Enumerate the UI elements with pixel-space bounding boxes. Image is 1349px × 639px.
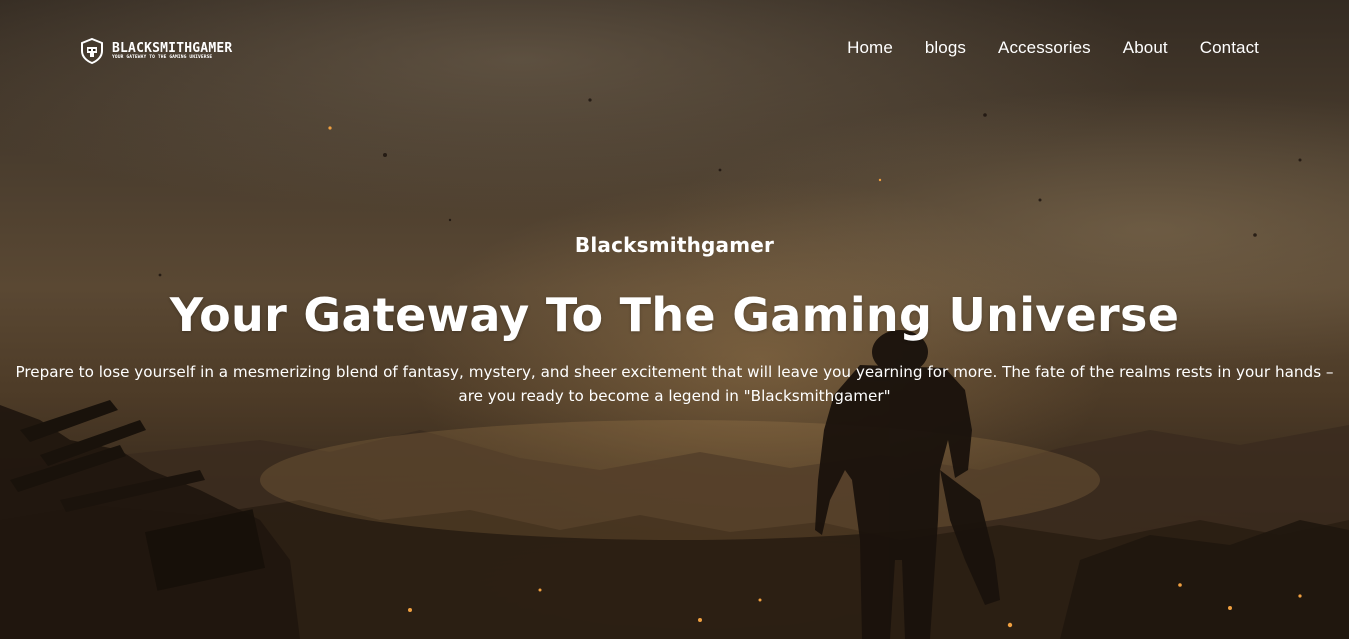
main-nav: Home blogs Accessories About Contact <box>847 38 1259 58</box>
hero-description: Prepare to lose yourself in a mesmerizin… <box>15 363 1334 405</box>
nav-item-home[interactable]: Home <box>847 38 893 58</box>
nav-item-accessories[interactable]: Accessories <box>998 38 1091 58</box>
brand-text: BLACKSMITHGAMER YOUR GATEWAY TO THE GAMI… <box>112 42 232 61</box>
brand-name: BLACKSMITHGAMER <box>112 40 233 56</box>
nav-item-contact[interactable]: Contact <box>1200 38 1259 58</box>
hero-eyebrow: Blacksmithgamer <box>574 233 775 257</box>
top-navigation-bar: BLACKSMITHGAMER YOUR GATEWAY TO THE GAMI… <box>0 0 1349 100</box>
nav-item-blogs[interactable]: blogs <box>925 38 966 58</box>
brand-tagline: YOUR GATEWAY TO THE GAMING UNIVERSE <box>112 54 213 60</box>
hero-content: Blacksmithgamer Your Gateway To The Gami… <box>0 228 1349 408</box>
nav-item-about[interactable]: About <box>1123 38 1168 58</box>
hero-headline: Your Gateway To The Gaming Universe <box>169 288 1180 342</box>
brand-logo-link[interactable]: BLACKSMITHGAMER YOUR GATEWAY TO THE GAMI… <box>80 37 232 65</box>
hero-section: BLACKSMITHGAMER YOUR GATEWAY TO THE GAMI… <box>0 0 1349 639</box>
helmet-shield-icon <box>81 38 103 64</box>
